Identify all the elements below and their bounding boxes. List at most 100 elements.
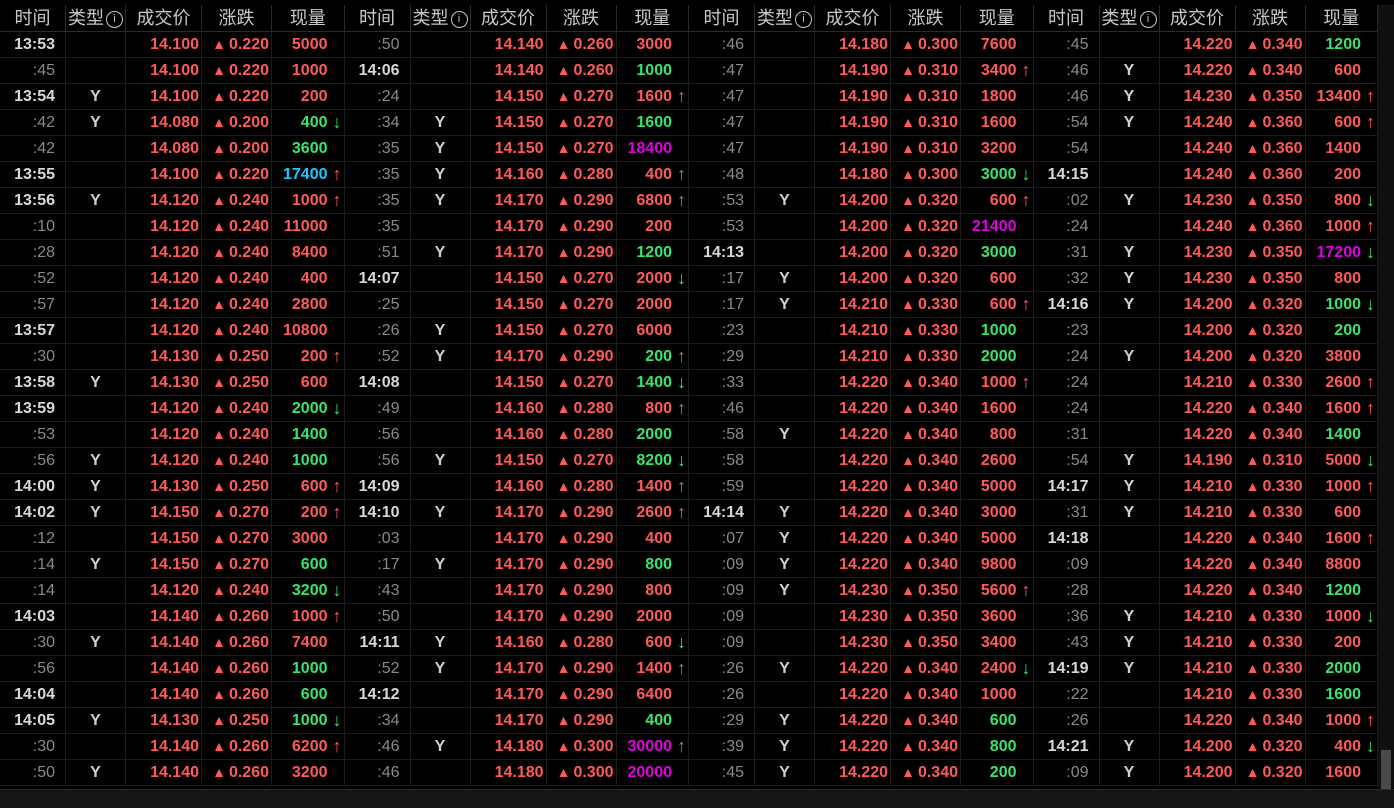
table-row[interactable]: :53 14.200 ▲ 0.320 21400 — [689, 214, 1034, 240]
table-row[interactable]: :51 Y 14.170 ▲ 0.290 1200 — [344, 240, 689, 266]
table-row[interactable]: :59 14.220 ▲ 0.340 5000 — [689, 474, 1034, 500]
table-row[interactable]: :56 Y 14.150 ▲ 0.270 8200 ↓ — [344, 448, 689, 474]
table-row[interactable]: :23 14.200 ▲ 0.320 200 — [1033, 318, 1378, 344]
table-row[interactable]: 14:03 14.140 ▲ 0.260 1000 ↑ — [0, 604, 345, 630]
table-row[interactable]: :35 Y 14.150 ▲ 0.270 18400 — [344, 136, 689, 162]
table-row[interactable]: :45 Y 14.220 ▲ 0.340 200 — [689, 760, 1034, 786]
table-row[interactable]: :35 Y 14.170 ▲ 0.290 6800 ↑ — [344, 188, 689, 214]
table-row[interactable]: :09 14.220 ▲ 0.340 8800 — [1033, 552, 1378, 578]
table-row[interactable]: :31 Y 14.210 ▲ 0.330 600 — [1033, 500, 1378, 526]
table-row[interactable]: :36 Y 14.210 ▲ 0.330 1000 ↓ — [1033, 604, 1378, 630]
header-change[interactable]: 涨跌 — [891, 5, 961, 31]
table-row[interactable]: :35 14.170 ▲ 0.290 200 — [344, 214, 689, 240]
table-row[interactable]: 14:21 Y 14.200 ▲ 0.320 400 ↓ — [1033, 734, 1378, 760]
table-row[interactable]: :23 14.210 ▲ 0.330 1000 — [689, 318, 1034, 344]
table-row[interactable]: 14:13 14.200 ▲ 0.320 3000 — [689, 240, 1034, 266]
table-row[interactable]: :34 14.170 ▲ 0.290 400 — [344, 708, 689, 734]
table-row[interactable]: :24 Y 14.200 ▲ 0.320 3800 — [1033, 344, 1378, 370]
table-row[interactable]: 14:09 14.160 ▲ 0.280 1400 ↑ — [344, 474, 689, 500]
table-row[interactable]: :17 Y 14.210 ▲ 0.330 600 ↑ — [689, 292, 1034, 318]
table-row[interactable]: 14:10 Y 14.170 ▲ 0.290 2600 ↑ — [344, 500, 689, 526]
table-row[interactable]: :50 14.140 ▲ 0.260 3000 — [344, 32, 689, 58]
table-row[interactable]: :10 14.120 ▲ 0.240 11000 — [0, 214, 345, 240]
table-row[interactable]: :26 14.220 ▲ 0.340 1000 ↑ — [1033, 708, 1378, 734]
table-row[interactable]: :09 Y 14.200 ▲ 0.320 1600 — [1033, 760, 1378, 786]
table-row[interactable]: :09 Y 14.220 ▲ 0.340 9800 — [689, 552, 1034, 578]
table-row[interactable]: :28 14.220 ▲ 0.340 1200 — [1033, 578, 1378, 604]
table-row[interactable]: :22 14.210 ▲ 0.330 1600 — [1033, 682, 1378, 708]
table-row[interactable]: :17 Y 14.200 ▲ 0.320 600 — [689, 266, 1034, 292]
info-icon[interactable]: i — [1139, 10, 1157, 28]
table-row[interactable]: :47 14.190 ▲ 0.310 1800 — [689, 84, 1034, 110]
table-row[interactable]: :43 14.170 ▲ 0.290 800 — [344, 578, 689, 604]
header-time[interactable]: 时间 — [0, 5, 66, 31]
table-row[interactable]: 14:17 Y 14.210 ▲ 0.330 1000 ↑ — [1033, 474, 1378, 500]
header-type[interactable]: 类型 i — [1100, 5, 1160, 31]
table-row[interactable]: :24 14.150 ▲ 0.270 1600 ↑ — [344, 84, 689, 110]
table-row[interactable]: :09 14.230 ▲ 0.350 3600 — [689, 604, 1034, 630]
table-row[interactable]: :56 14.140 ▲ 0.260 1000 — [0, 656, 345, 682]
header-type[interactable]: 类型 i — [411, 5, 471, 31]
table-row[interactable]: :46 Y 14.220 ▲ 0.340 600 — [1033, 58, 1378, 84]
header-price[interactable]: 成交价 — [126, 5, 202, 31]
table-row[interactable]: :30 14.130 ▲ 0.250 200 ↑ — [0, 344, 345, 370]
table-row[interactable]: :46 14.180 ▲ 0.300 20000 — [344, 760, 689, 786]
table-row[interactable]: :34 Y 14.150 ▲ 0.270 1600 — [344, 110, 689, 136]
table-row[interactable]: :54 Y 14.240 ▲ 0.360 600 ↑ — [1033, 110, 1378, 136]
table-row[interactable]: 14:19 Y 14.210 ▲ 0.330 2000 — [1033, 656, 1378, 682]
table-row[interactable]: :26 Y 14.150 ▲ 0.270 6000 — [344, 318, 689, 344]
table-row[interactable]: :43 Y 14.210 ▲ 0.330 200 — [1033, 630, 1378, 656]
table-row[interactable]: 13:56 Y 14.120 ▲ 0.240 1000 ↑ — [0, 188, 345, 214]
table-row[interactable]: :31 14.220 ▲ 0.340 1400 — [1033, 422, 1378, 448]
header-time[interactable]: 时间 — [689, 5, 755, 31]
table-row[interactable]: :24 14.240 ▲ 0.360 1000 ↑ — [1033, 214, 1378, 240]
table-row[interactable]: 14:16 Y 14.200 ▲ 0.320 1000 ↓ — [1033, 292, 1378, 318]
table-row[interactable]: 14:05 Y 14.130 ▲ 0.250 1000 ↓ — [0, 708, 345, 734]
table-row[interactable]: 13:54 Y 14.100 ▲ 0.220 200 — [0, 84, 345, 110]
table-row[interactable]: :54 14.240 ▲ 0.360 1400 — [1033, 136, 1378, 162]
table-row[interactable]: 14:00 Y 14.130 ▲ 0.250 600 ↑ — [0, 474, 345, 500]
table-row[interactable]: :07 Y 14.220 ▲ 0.340 5000 — [689, 526, 1034, 552]
table-row[interactable]: :52 Y 14.170 ▲ 0.290 1400 ↑ — [344, 656, 689, 682]
table-row[interactable]: :42 14.080 ▲ 0.200 3600 — [0, 136, 345, 162]
table-row[interactable]: :26 Y 14.220 ▲ 0.340 2400 ↓ — [689, 656, 1034, 682]
table-row[interactable]: :25 14.150 ▲ 0.270 2000 — [344, 292, 689, 318]
table-row[interactable]: :29 14.210 ▲ 0.330 2000 — [689, 344, 1034, 370]
table-row[interactable]: 14:04 14.140 ▲ 0.260 600 — [0, 682, 345, 708]
info-icon[interactable]: i — [450, 10, 468, 28]
table-row[interactable]: :31 Y 14.230 ▲ 0.350 17200 ↓ — [1033, 240, 1378, 266]
header-price[interactable]: 成交价 — [1160, 5, 1236, 31]
table-row[interactable]: :09 Y 14.230 ▲ 0.350 5600 ↑ — [689, 578, 1034, 604]
table-row[interactable]: :24 14.220 ▲ 0.340 1600 ↑ — [1033, 396, 1378, 422]
header-change[interactable]: 涨跌 — [547, 5, 617, 31]
table-row[interactable]: :14 14.120 ▲ 0.240 3200 ↓ — [0, 578, 345, 604]
table-row[interactable]: 14:14 Y 14.220 ▲ 0.340 3000 — [689, 500, 1034, 526]
table-row[interactable]: :26 14.220 ▲ 0.340 1000 — [689, 682, 1034, 708]
table-row[interactable]: :29 Y 14.220 ▲ 0.340 600 — [689, 708, 1034, 734]
table-row[interactable]: :53 Y 14.200 ▲ 0.320 600 ↑ — [689, 188, 1034, 214]
table-row[interactable]: :46 14.180 ▲ 0.300 7600 — [689, 32, 1034, 58]
table-row[interactable]: 14:15 14.240 ▲ 0.360 200 — [1033, 162, 1378, 188]
table-row[interactable]: :54 Y 14.190 ▲ 0.310 5000 ↓ — [1033, 448, 1378, 474]
table-row[interactable]: 14:07 14.150 ▲ 0.270 2000 ↓ — [344, 266, 689, 292]
table-row[interactable]: 13:58 Y 14.130 ▲ 0.250 600 — [0, 370, 345, 396]
scrollbar-thumb[interactable] — [1381, 750, 1391, 790]
table-row[interactable]: 13:59 14.120 ▲ 0.240 2000 ↓ — [0, 396, 345, 422]
table-row[interactable]: :45 14.220 ▲ 0.340 1200 — [1033, 32, 1378, 58]
table-row[interactable]: 14:02 Y 14.150 ▲ 0.270 200 ↑ — [0, 500, 345, 526]
info-icon[interactable]: i — [795, 10, 812, 28]
table-row[interactable]: :45 14.100 ▲ 0.220 1000 — [0, 58, 345, 84]
table-row[interactable]: :47 14.190 ▲ 0.310 3200 — [689, 136, 1034, 162]
header-time[interactable]: 时间 — [1034, 5, 1100, 31]
header-price[interactable]: 成交价 — [815, 5, 891, 31]
header-volume[interactable]: 现量 — [272, 5, 345, 31]
table-row[interactable]: :14 Y 14.150 ▲ 0.270 600 — [0, 552, 345, 578]
vertical-scrollbar[interactable] — [1378, 5, 1394, 790]
header-type[interactable]: 类型 i — [755, 5, 815, 31]
table-row[interactable]: :46 Y 14.230 ▲ 0.350 13400 ↑ — [1033, 84, 1378, 110]
table-row[interactable]: :33 14.220 ▲ 0.340 1000 ↑ — [689, 370, 1034, 396]
table-row[interactable]: 13:57 14.120 ▲ 0.240 10800 — [0, 318, 345, 344]
table-row[interactable]: 14:18 14.220 ▲ 0.340 1600 ↑ — [1033, 526, 1378, 552]
table-row[interactable]: :46 Y 14.180 ▲ 0.300 30000 ↑ — [344, 734, 689, 760]
table-row[interactable]: 13:53 14.100 ▲ 0.220 5000 — [0, 32, 345, 58]
